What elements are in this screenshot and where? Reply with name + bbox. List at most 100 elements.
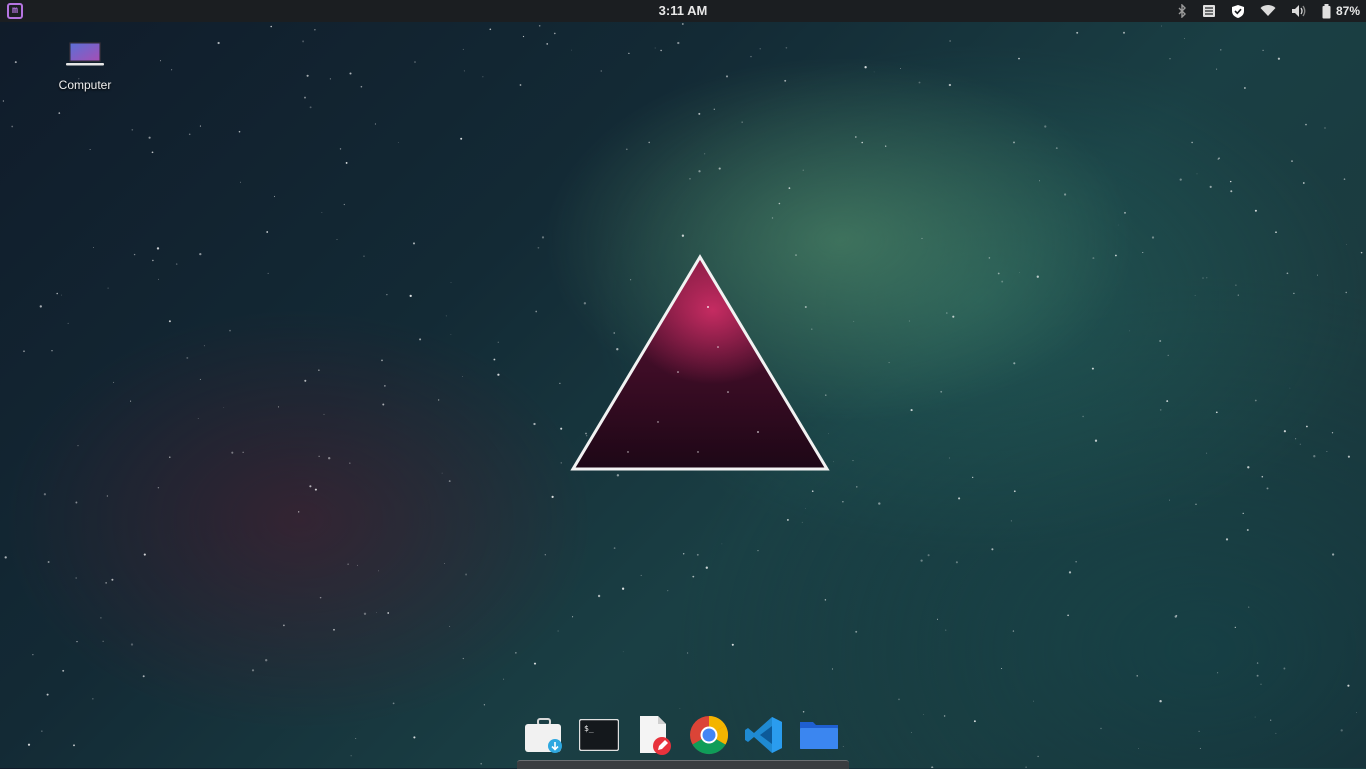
software-manager-icon — [525, 718, 562, 753]
shield-icon[interactable] — [1231, 4, 1245, 19]
star — [537, 246, 540, 249]
star — [1254, 399, 1257, 402]
star — [441, 472, 443, 474]
star — [277, 406, 280, 408]
star — [106, 495, 109, 497]
star — [199, 125, 201, 127]
battery-indicator[interactable]: 87% — [1322, 3, 1360, 19]
star — [1159, 409, 1162, 411]
star — [267, 272, 269, 274]
star — [199, 252, 202, 256]
star — [1283, 667, 1286, 670]
star — [1100, 727, 1102, 730]
star — [1218, 157, 1220, 159]
star — [75, 577, 77, 579]
star — [681, 234, 685, 237]
star — [1266, 487, 1269, 490]
star — [56, 292, 58, 295]
star — [973, 720, 976, 723]
star — [89, 149, 91, 150]
star — [856, 486, 858, 488]
dock: $_ — [518, 712, 845, 758]
star — [654, 47, 656, 49]
dock-item-files[interactable] — [799, 715, 839, 755]
star — [152, 259, 154, 262]
star — [692, 575, 695, 578]
star — [1275, 231, 1277, 234]
star — [1225, 538, 1229, 541]
star — [1001, 280, 1004, 283]
star — [1166, 400, 1169, 403]
star — [1313, 455, 1316, 458]
volume-icon[interactable] — [1291, 4, 1307, 18]
star — [41, 730, 43, 732]
star — [157, 487, 160, 489]
star — [560, 427, 563, 430]
star — [450, 282, 452, 283]
star — [27, 743, 31, 746]
star — [757, 550, 759, 552]
star — [1299, 443, 1301, 445]
star — [92, 698, 94, 700]
star — [1347, 455, 1350, 458]
star — [533, 662, 537, 665]
star — [1229, 180, 1232, 183]
star — [381, 359, 383, 362]
star — [1331, 432, 1334, 434]
star — [251, 669, 255, 672]
bluetooth-icon[interactable] — [1177, 4, 1187, 18]
star — [309, 106, 312, 109]
notes-icon[interactable] — [1202, 4, 1216, 18]
star — [131, 129, 134, 131]
star — [43, 493, 47, 496]
desktop-icon-computer[interactable]: Computer — [45, 40, 125, 92]
star — [833, 461, 834, 463]
star — [51, 350, 53, 352]
star — [270, 25, 272, 28]
star — [168, 320, 171, 323]
star — [625, 148, 628, 151]
star — [349, 72, 352, 75]
star — [107, 287, 109, 289]
star — [1019, 272, 1020, 274]
star — [1175, 614, 1178, 617]
wifi-icon[interactable] — [1260, 5, 1276, 17]
star — [1202, 277, 1204, 279]
star — [988, 257, 991, 259]
star — [1010, 520, 1013, 522]
star — [360, 85, 363, 88]
star — [355, 737, 357, 740]
star — [378, 570, 380, 572]
star — [1123, 31, 1125, 34]
star — [363, 612, 367, 615]
star — [551, 495, 554, 498]
star — [682, 553, 685, 555]
dock-item-vscode[interactable] — [744, 715, 784, 755]
star — [386, 294, 388, 296]
svg-text:$_: $_ — [584, 724, 594, 733]
star — [480, 762, 482, 765]
star — [698, 112, 701, 115]
dock-item-terminal[interactable]: $_ — [579, 715, 619, 755]
star — [100, 617, 102, 619]
star — [948, 457, 950, 459]
wallpaper-triangle — [570, 254, 830, 471]
star — [1356, 711, 1357, 713]
star — [23, 350, 25, 353]
dock-item-software-manager[interactable] — [524, 715, 564, 755]
star — [1234, 626, 1236, 628]
star — [704, 153, 706, 155]
clock[interactable]: 3:11 AM — [0, 0, 1366, 22]
star — [1151, 236, 1155, 239]
dock-item-text-editor[interactable] — [634, 715, 674, 755]
star — [921, 237, 923, 239]
star — [616, 474, 620, 477]
star — [546, 43, 549, 45]
star — [387, 612, 390, 614]
battery-icon — [1322, 3, 1331, 18]
dock-item-chrome[interactable] — [689, 715, 729, 755]
star — [1347, 684, 1350, 687]
star — [1174, 615, 1177, 618]
system-tray: 87% — [1177, 0, 1360, 22]
star — [283, 624, 285, 627]
